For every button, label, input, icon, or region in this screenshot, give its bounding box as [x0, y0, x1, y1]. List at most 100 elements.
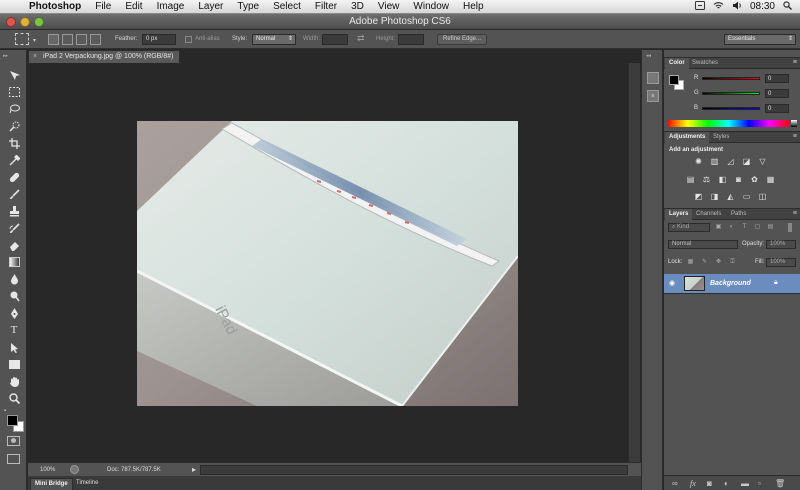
- tab-styles[interactable]: Styles: [709, 132, 733, 143]
- screen-mode-icon[interactable]: [7, 454, 20, 464]
- brightness-contrast-icon[interactable]: ✺: [694, 157, 703, 166]
- width-input[interactable]: [322, 34, 348, 45]
- color-balance-icon[interactable]: ⚖: [702, 175, 711, 184]
- menu-select[interactable]: Select: [266, 0, 308, 14]
- layer-style-icon[interactable]: fx: [690, 479, 696, 488]
- workspace-select[interactable]: Essentials ⇕: [724, 34, 796, 45]
- link-layers-icon[interactable]: ∞: [672, 479, 678, 488]
- gradient-tool-icon[interactable]: [8, 256, 20, 268]
- filter-adjustment-icon[interactable]: ◐: [727, 223, 736, 232]
- zoom-tool-icon[interactable]: [8, 392, 20, 404]
- menu-filter[interactable]: Filter: [308, 0, 344, 14]
- photo-filter-icon[interactable]: ◙: [734, 175, 743, 184]
- exposure-icon[interactable]: ◪: [742, 157, 751, 166]
- blue-slider[interactable]: [702, 107, 760, 110]
- zoom-level[interactable]: 100%: [40, 467, 55, 473]
- filter-shape-icon[interactable]: ▢: [753, 223, 762, 232]
- curves-icon[interactable]: ◿: [726, 157, 735, 166]
- height-input[interactable]: [398, 34, 424, 45]
- blur-tool-icon[interactable]: [8, 273, 20, 285]
- new-group-icon[interactable]: ▬: [741, 479, 749, 488]
- black-white-icon[interactable]: ◧: [718, 175, 727, 184]
- green-slider[interactable]: [702, 92, 760, 95]
- tab-paths[interactable]: Paths: [727, 209, 750, 220]
- lock-transparent-icon[interactable]: ▦: [686, 258, 695, 267]
- filter-toggle[interactable]: [788, 223, 792, 232]
- crop-tool-icon[interactable]: [8, 137, 20, 149]
- green-value-input[interactable]: 0: [765, 89, 789, 98]
- bw-ramp[interactable]: [791, 120, 797, 127]
- hue-saturation-icon[interactable]: ▤: [686, 175, 695, 184]
- fill-input[interactable]: 100%: [766, 258, 796, 267]
- document-image[interactable]: iPad: [137, 121, 518, 406]
- levels-icon[interactable]: ▥: [710, 157, 719, 166]
- color-spectrum-ramp[interactable]: [667, 120, 790, 127]
- menu-image[interactable]: Image: [150, 0, 192, 14]
- lock-position-icon[interactable]: ✥: [714, 258, 723, 267]
- menu-file[interactable]: File: [88, 0, 118, 14]
- lasso-tool-icon[interactable]: [8, 103, 20, 115]
- new-adjustment-icon[interactable]: ◐: [724, 479, 729, 488]
- foreground-color-swatch[interactable]: [7, 415, 18, 426]
- menu-edit[interactable]: Edit: [118, 0, 149, 14]
- close-window-button[interactable]: [6, 17, 16, 27]
- dodge-tool-icon[interactable]: [8, 290, 20, 302]
- properties-panel-icon[interactable]: ≡: [647, 90, 659, 102]
- type-tool-icon[interactable]: T: [8, 324, 20, 336]
- add-mask-icon[interactable]: ◙: [707, 479, 712, 488]
- layer-filter-select[interactable]: ⌕ Kind: [668, 223, 710, 232]
- hand-tool-icon[interactable]: [8, 375, 20, 387]
- pen-tool-icon[interactable]: [8, 307, 20, 319]
- channel-mixer-icon[interactable]: ✿: [750, 175, 759, 184]
- minimize-window-button[interactable]: [20, 17, 30, 27]
- move-tool-icon[interactable]: [8, 69, 20, 81]
- menu-layer[interactable]: Layer: [191, 0, 230, 14]
- history-brush-icon[interactable]: [8, 222, 20, 234]
- gradient-map-icon[interactable]: ▭: [742, 192, 751, 201]
- layer-name[interactable]: Background: [710, 280, 751, 287]
- swap-icon[interactable]: ⇄: [357, 33, 365, 44]
- chevron-down-icon[interactable]: ▾: [33, 37, 36, 44]
- new-selection-icon[interactable]: [48, 34, 59, 45]
- menu-3d[interactable]: 3D: [344, 0, 371, 14]
- tab-timeline[interactable]: Timeline: [72, 478, 102, 490]
- quick-selection-icon[interactable]: [8, 120, 20, 132]
- healing-brush-icon[interactable]: [8, 171, 20, 183]
- menu-window[interactable]: Window: [406, 0, 456, 14]
- tab-layers[interactable]: Layers: [665, 209, 693, 220]
- eyedropper-tool-icon[interactable]: [8, 154, 20, 166]
- threshold-icon[interactable]: ◭: [726, 192, 735, 201]
- blue-value-input[interactable]: 0: [765, 104, 789, 113]
- opacity-input[interactable]: 100%: [766, 240, 796, 249]
- history-panel-icon[interactable]: [647, 72, 659, 84]
- horizontal-scrollbar[interactable]: [200, 465, 628, 475]
- vertical-scrollbar[interactable]: [628, 63, 640, 476]
- tab-channels[interactable]: Channels: [692, 209, 725, 220]
- panel-menu-icon[interactable]: ≡: [793, 133, 797, 140]
- status-menu-icon[interactable]: [694, 0, 705, 13]
- subtract-selection-icon[interactable]: [76, 34, 87, 45]
- default-colors-icon[interactable]: ▪: [4, 408, 6, 414]
- vibrance-icon[interactable]: ▽: [758, 157, 767, 166]
- refine-edge-button[interactable]: Refine Edge...: [437, 34, 487, 45]
- quick-mask-icon[interactable]: [7, 436, 20, 446]
- panel-menu-icon[interactable]: ≡: [793, 210, 797, 217]
- wifi-icon[interactable]: [713, 1, 724, 13]
- tab-color[interactable]: Color: [665, 58, 689, 69]
- lock-pixels-icon[interactable]: ✎: [700, 258, 709, 267]
- delete-layer-icon[interactable]: 🗑︎: [775, 479, 785, 488]
- red-slider[interactable]: [702, 77, 760, 80]
- feather-input[interactable]: 0 px: [142, 34, 176, 45]
- new-layer-icon[interactable]: ▫: [758, 479, 761, 488]
- eye-icon[interactable]: ◉: [669, 279, 675, 287]
- play-icon[interactable]: ▸: [192, 465, 196, 474]
- rectangular-marquee-icon[interactable]: [8, 86, 20, 98]
- style-select[interactable]: Normal ⇕: [252, 34, 296, 45]
- menu-view[interactable]: View: [371, 0, 407, 14]
- rectangle-tool-icon[interactable]: [8, 358, 20, 370]
- menu-help[interactable]: Help: [456, 0, 491, 14]
- tab-swatches[interactable]: Swatches: [688, 58, 722, 69]
- selective-color-icon[interactable]: ◫: [758, 192, 767, 201]
- zoom-window-button[interactable]: [34, 17, 44, 27]
- volume-icon[interactable]: [732, 1, 742, 13]
